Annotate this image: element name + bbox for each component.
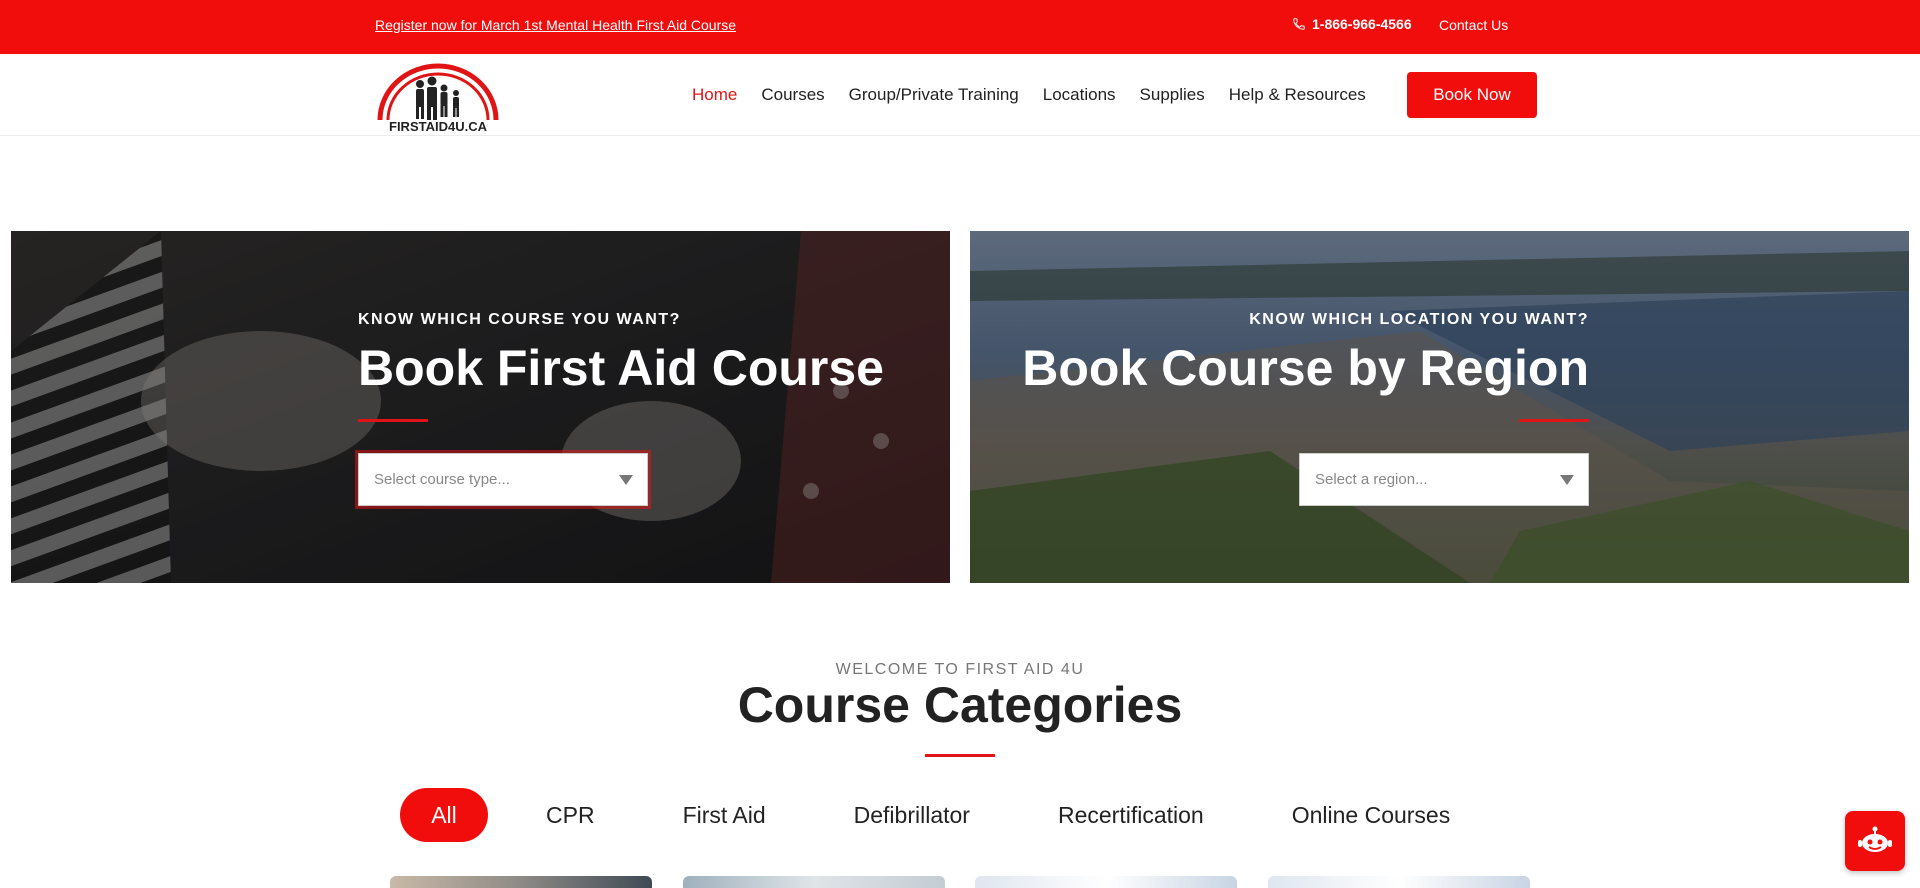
site-header: FIRSTAID4U.CA Home Courses Group/Private…: [0, 54, 1920, 136]
nav-home[interactable]: Home: [692, 85, 737, 105]
logo-text: FIRSTAID4U.CA: [389, 119, 488, 132]
filter-tab-defibrillator[interactable]: Defibrillator: [854, 788, 970, 842]
caret-down-icon: [1560, 475, 1574, 485]
chatbot-icon: [1858, 826, 1892, 852]
filter-tab-first-aid[interactable]: First Aid: [683, 788, 766, 842]
nav-help-resources[interactable]: Help & Resources: [1229, 85, 1366, 105]
promo-link[interactable]: Register now for March 1st Mental Health…: [375, 17, 736, 33]
logo-graphic: FIRSTAID4U.CA: [377, 63, 499, 134]
nav-supplies[interactable]: Supplies: [1140, 85, 1205, 105]
hero-region-divider: [1519, 419, 1589, 422]
course-card[interactable]: [390, 876, 652, 888]
filter-tab-recertification[interactable]: Recertification: [1058, 788, 1204, 842]
course-card[interactable]: [683, 876, 945, 888]
filter-tab-all[interactable]: All: [400, 788, 488, 842]
section-title: Course Categories: [737, 677, 1183, 733]
region-placeholder: Select a region...: [1315, 471, 1428, 488]
hero-region-title: Book Course by Region: [1022, 340, 1589, 396]
hero-book-course-panel: KNOW WHICH COURSE YOU WANT? Book First A…: [11, 231, 950, 583]
nav-courses[interactable]: Courses: [761, 85, 824, 105]
filter-tab-cpr[interactable]: CPR: [546, 788, 595, 842]
phone-number: 1-866-966-4566: [1312, 16, 1412, 32]
phone-contact[interactable]: 1-866-966-4566: [1292, 16, 1412, 32]
nav-group-private-training[interactable]: Group/Private Training: [849, 85, 1019, 105]
hero-course-divider: [358, 419, 428, 422]
hero-region-kicker: KNOW WHICH LOCATION YOU WANT?: [1249, 311, 1589, 328]
filter-tab-online-courses[interactable]: Online Courses: [1292, 788, 1451, 842]
site-logo[interactable]: FIRSTAID4U.CA: [374, 60, 502, 134]
hero-region-background-image: [970, 231, 1909, 583]
caret-down-icon: [619, 475, 633, 485]
course-type-select[interactable]: Select course type...: [358, 453, 648, 506]
main-nav: Home Courses Group/Private Training Loca…: [680, 54, 1378, 136]
course-card[interactable]: [975, 876, 1237, 888]
category-filter-tabs: All CPR First Aid Defibrillator Recertif…: [400, 788, 1450, 842]
course-type-placeholder: Select course type...: [374, 471, 510, 488]
section-divider: [925, 754, 995, 757]
book-now-button[interactable]: Book Now: [1407, 72, 1537, 118]
hero-book-region-panel: KNOW WHICH LOCATION YOU WANT? Book Cours…: [970, 231, 1909, 583]
hero-course-title: Book First Aid Course: [358, 340, 884, 396]
phone-icon: [1293, 18, 1305, 30]
chatbot-button[interactable]: [1845, 811, 1905, 871]
hero-course-kicker: KNOW WHICH COURSE YOU WANT?: [358, 311, 681, 328]
top-announcement-bar: Register now for March 1st Mental Health…: [0, 0, 1920, 54]
nav-locations[interactable]: Locations: [1043, 85, 1116, 105]
region-select[interactable]: Select a region...: [1299, 453, 1589, 506]
course-card[interactable]: [1268, 876, 1530, 888]
hero-course-background-image: [11, 231, 950, 583]
contact-us-link[interactable]: Contact Us: [1439, 17, 1508, 33]
